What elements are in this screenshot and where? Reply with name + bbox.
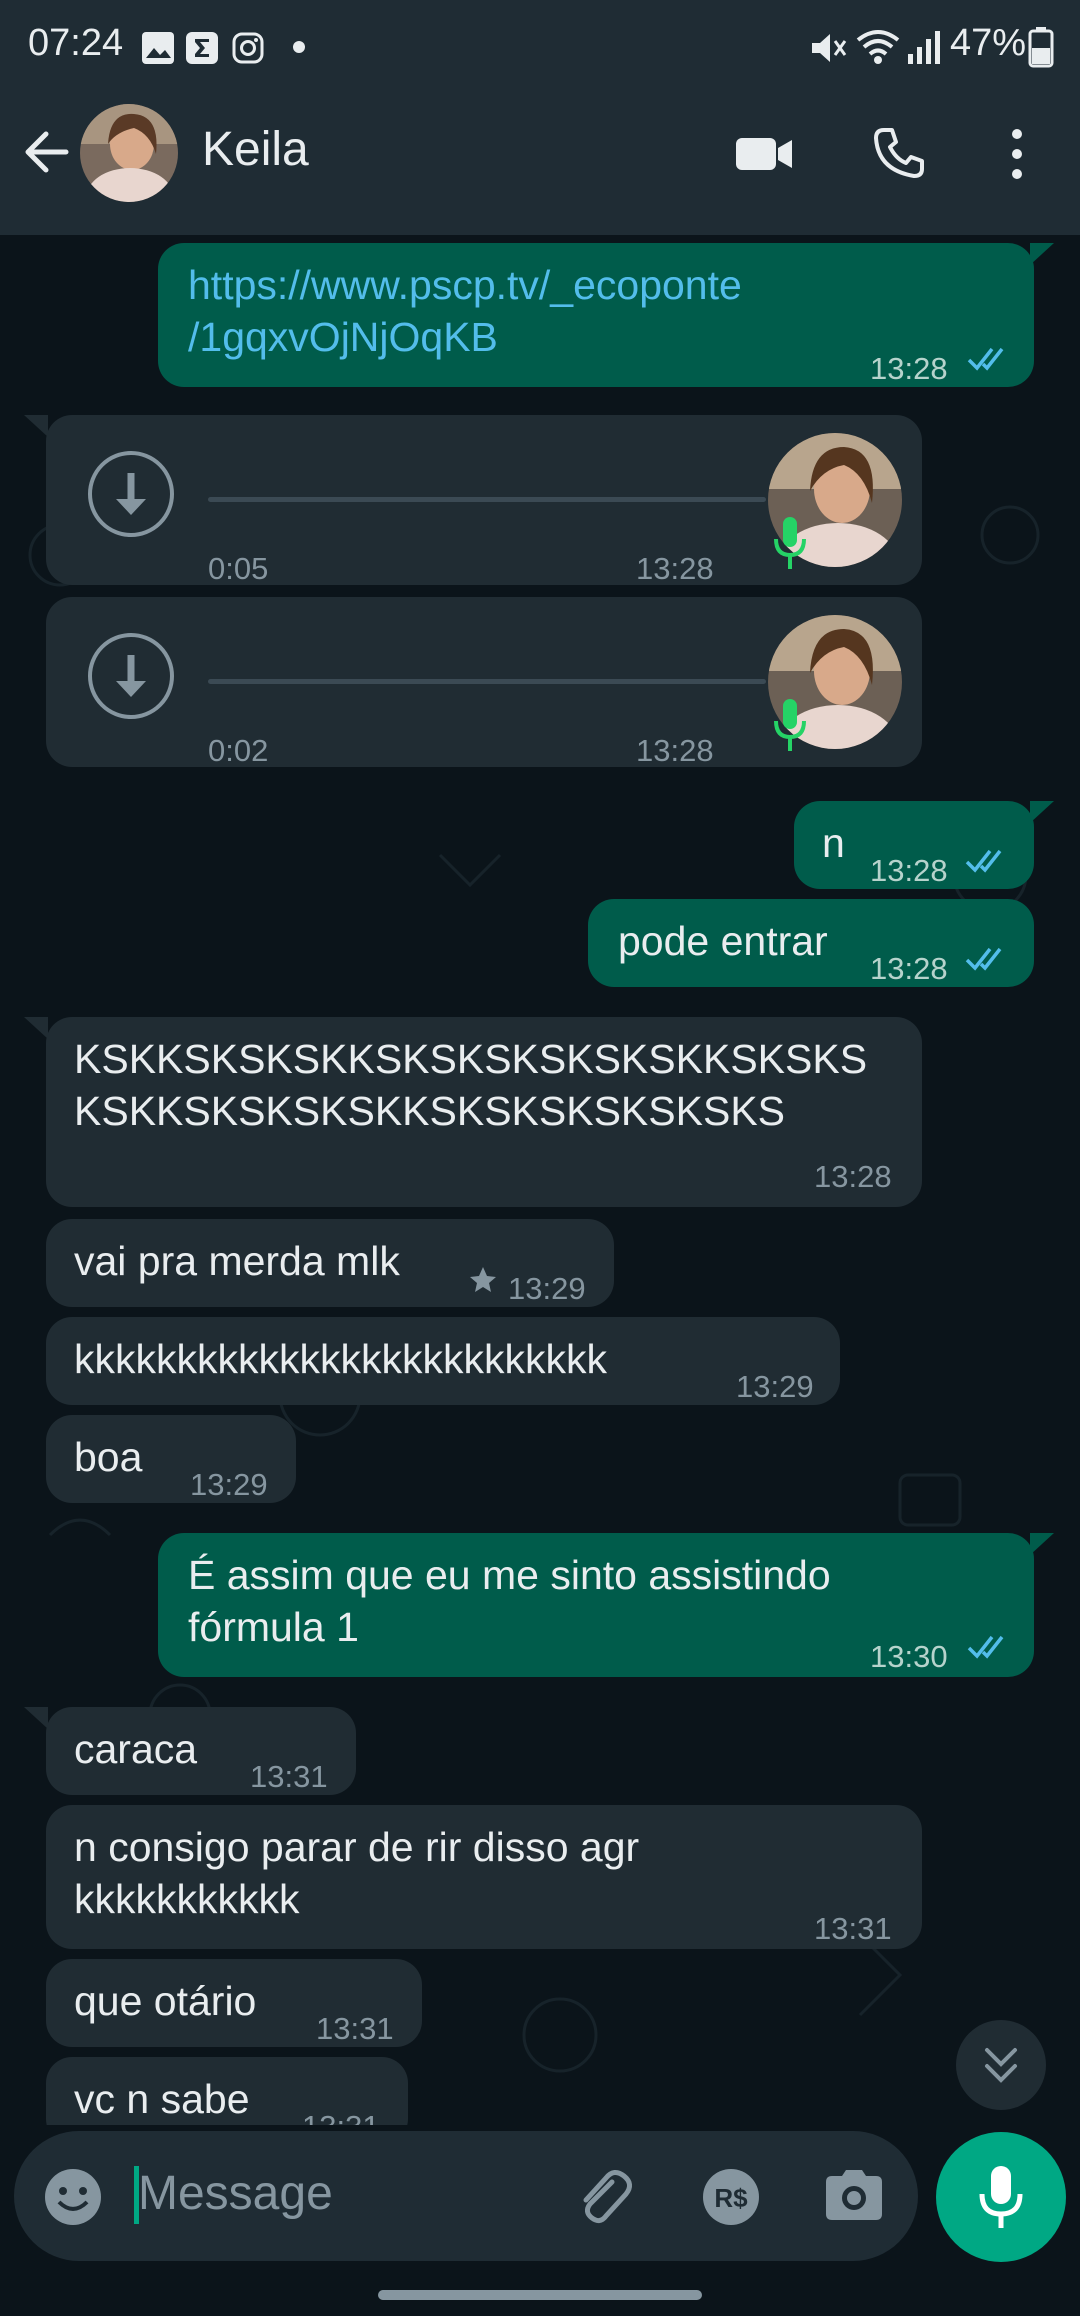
message-text: vai pra merda mlk (74, 1238, 400, 1284)
message-incoming[interactable]: kkkkkkkkkkkkkkkkkkkkkkkkkk 13:29 (46, 1317, 840, 1405)
message-time: 13:29 (190, 1467, 268, 1502)
battery-icon (1028, 27, 1054, 68)
download-icon[interactable] (86, 449, 176, 539)
message-time: 13:28 (870, 853, 948, 888)
message-outgoing[interactable]: É assim que eu me sinto assistindo fórmu… (158, 1533, 1034, 1677)
message-time: 13:31 (302, 2101, 380, 2125)
bubble-tail (1030, 1533, 1054, 1555)
message-outgoing[interactable]: n 13:28 (794, 801, 1034, 889)
paperclip-icon[interactable] (572, 2166, 634, 2228)
mic-icon (774, 699, 806, 751)
message-time: 13:29 (736, 1369, 814, 1404)
gesture-nav-handle[interactable] (378, 2290, 702, 2300)
message-text: que otário (74, 1978, 257, 2024)
message-time: 13:28 (814, 1159, 892, 1194)
svg-text:R$: R$ (714, 2183, 748, 2213)
video-call-icon[interactable] (734, 132, 794, 176)
back-arrow-icon[interactable] (20, 126, 72, 178)
message-time: 13:31 (316, 2011, 394, 2046)
voice-duration: 0:02 (208, 733, 269, 768)
message-time: 13:29 (508, 1271, 586, 1306)
double-chevron-down-icon (985, 2048, 1017, 2083)
message-text: boa (74, 1434, 143, 1480)
message-time: 13:31 (250, 1759, 328, 1794)
message-time: 13:28 (870, 351, 948, 386)
voice-waveform[interactable] (208, 679, 766, 684)
message-text: kkkkkkkkkkkkkkkkkkkkkkkkkk (74, 1336, 607, 1382)
message-link[interactable]: https://www.pscp.tv/_ecoponte /1gqxvOjNj… (188, 259, 742, 363)
mute-icon (812, 34, 847, 62)
gallery-icon (142, 32, 174, 64)
message-text: pode entrar (618, 918, 828, 964)
message-incoming[interactable]: que otário 13:31 (46, 1959, 422, 2047)
voice-waveform[interactable] (208, 497, 766, 502)
message-time: 13:31 (814, 1911, 892, 1946)
message-time: 13:28 (636, 551, 714, 586)
more-vert-icon[interactable] (1002, 126, 1032, 182)
message-text: vc n sabe (74, 2076, 250, 2122)
message-text: caraca (74, 1726, 198, 1772)
bubble-tail (24, 415, 48, 437)
star-icon (470, 1267, 496, 1292)
message-incoming[interactable]: vai pra merda mlk 13:29 (46, 1219, 614, 1307)
message-input[interactable]: Message (138, 2166, 333, 2221)
message-incoming[interactable]: vc n sabe 13:31 (46, 2057, 408, 2125)
bubble-tail (1030, 243, 1054, 265)
record-voice-button[interactable] (936, 2132, 1066, 2262)
message-time: 13:28 (870, 951, 948, 986)
phone-icon[interactable] (872, 126, 926, 180)
message-outgoing[interactable]: https://www.pscp.tv/_ecoponte /1gqxvOjNj… (158, 243, 1034, 387)
message-incoming[interactable]: caraca 13:31 (46, 1707, 356, 1795)
read-receipt-icon (965, 849, 1002, 873)
read-receipt-icon (965, 947, 1002, 971)
contact-avatar[interactable] (80, 104, 178, 202)
message-time: 13:30 (870, 1639, 948, 1674)
message-incoming[interactable]: KSKKSKSKSKKSKSKSKSKSKSKKSKSKS KSKKSKSKSK… (46, 1017, 922, 1207)
voice-duration: 0:05 (208, 551, 269, 586)
rupee-payment-icon[interactable]: R$ (700, 2166, 762, 2228)
wifi-icon (856, 30, 900, 64)
bubble-tail (1030, 801, 1054, 823)
message-time: 13:28 (636, 733, 714, 768)
message-outgoing[interactable]: pode entrar 13:28 (588, 899, 1034, 987)
status-time: 07:24 (28, 22, 124, 64)
battery-percentage: 47% (950, 22, 1027, 64)
mic-icon (774, 517, 806, 569)
contact-name[interactable]: Keila (202, 122, 309, 177)
sigma-app-icon (186, 32, 218, 64)
download-icon[interactable] (86, 631, 176, 721)
notification-dot-icon (293, 41, 305, 53)
bubble-tail (24, 1707, 48, 1729)
camera-icon[interactable] (822, 2166, 886, 2224)
chat-area[interactable]: https://www.pscp.tv/_ecoponte /1gqxvOjNj… (0, 235, 1080, 2125)
scroll-to-bottom-button[interactable] (956, 2020, 1046, 2110)
message-text: KSKKSKSKSKKSKSKSKSKSKSKKSKSKS KSKKSKSKSK… (74, 1036, 868, 1134)
message-text: n (822, 820, 845, 866)
message-text: É assim que eu me sinto assistindo fórmu… (188, 1552, 831, 1650)
instagram-icon (232, 32, 264, 64)
message-incoming[interactable]: boa 13:29 (46, 1415, 296, 1503)
voice-message[interactable]: 0:02 13:28 (46, 597, 922, 768)
voice-message[interactable]: 0:05 13:28 (46, 415, 922, 586)
bubble-tail (24, 1017, 48, 1039)
mic-icon (979, 2166, 1023, 2228)
message-text: n consigo parar de rir disso agr kkkkkkk… (74, 1824, 640, 1922)
read-receipt-icon (967, 347, 1004, 371)
emoji-icon[interactable] (42, 2166, 104, 2228)
signal-icon (908, 31, 940, 64)
read-receipt-icon (967, 1635, 1004, 1659)
message-incoming[interactable]: n consigo parar de rir disso agr kkkkkkk… (46, 1805, 922, 1949)
